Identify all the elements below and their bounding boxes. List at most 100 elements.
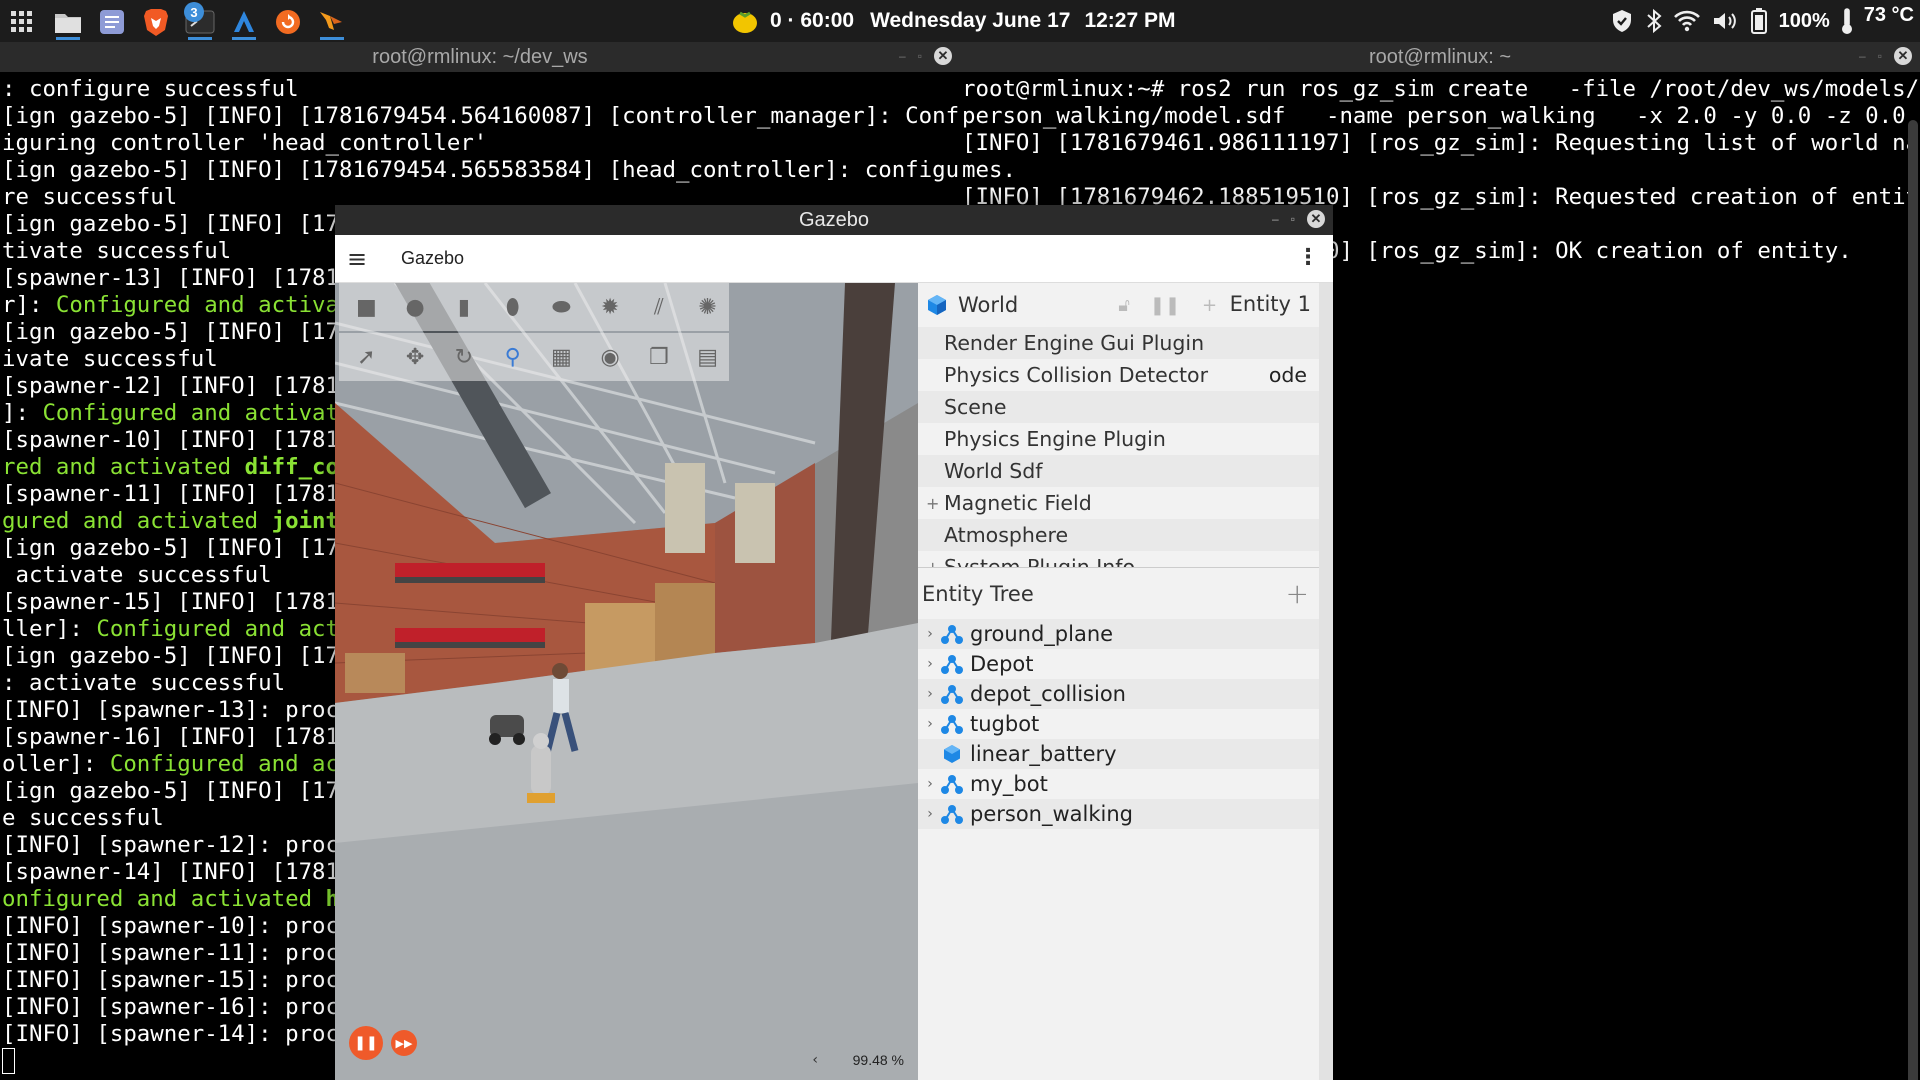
entity-tree-item[interactable]: › depot_collision [918,679,1333,709]
component-row[interactable]: Physics Engine Plugin [918,423,1333,455]
panel-scrollbar[interactable] [1319,283,1333,1080]
chevron-right-icon[interactable]: › [920,806,940,822]
chevron-right-icon[interactable]: › [920,776,940,792]
paste-icon[interactable]: ▤ [686,337,729,377]
gazebo-app-title: Gazebo [401,248,465,268]
pause-button[interactable]: ❚❚ [349,1026,383,1060]
scene-3d-viewport[interactable]: ■ ● ▮ ⬮ ⬬ ✹ ⫽ ✺ ➚ ✥ ↻ ⚲ ▦ ◉ ❐ ▤ ❚❚ ▶▶ ‹ … [335,283,918,1080]
cylinder-shape-icon[interactable]: ▮ [443,287,486,327]
terminal-text-segment: [ign gazebo-5] [INFO] [178 [2,778,353,804]
minimize-icon[interactable]: ‒ [1859,49,1866,63]
component-row[interactable]: + Magnetic Field [918,487,1333,519]
add-entity-icon[interactable]: + [1286,577,1309,610]
entity-tree-item[interactable]: › my_bot [918,769,1333,799]
entity-tree-item[interactable]: linear_battery [918,739,1333,769]
close-icon[interactable]: ✕ [934,47,952,65]
close-icon[interactable]: ✕ [1894,47,1912,65]
collapse-stats-icon[interactable]: ‹ [812,1052,818,1068]
entity-cube-icon [940,743,964,765]
entity-tree-item[interactable]: › ground_plane [918,619,1333,649]
terminal-line: iguring controller 'head_controller' [2,130,960,157]
system-tray[interactable]: 100% 73 °C [1609,0,1914,42]
world-cube-icon [928,295,946,315]
terminal-scrollbar[interactable] [1908,120,1918,1080]
hamburger-menu-icon[interactable]: ≡ [335,245,379,273]
terminal-titlebar[interactable]: root@rmlinux: ~/dev_ws ‒ ▫ ✕ [0,42,960,72]
grid-icon[interactable]: ▦ [540,337,583,377]
battery-icon[interactable] [1749,7,1769,35]
maximize-icon[interactable]: ▫ [1291,212,1295,226]
component-row[interactable]: Physics Collision Detector ode [918,359,1333,391]
chevron-right-icon[interactable]: › [920,656,940,672]
terminal-text-segment: [INFO] [spawner-14]: proce [2,1021,353,1047]
lock-icon[interactable]: 🔓︎ [1118,295,1130,316]
spot-light-icon[interactable]: ✺ [686,287,729,327]
expand-icon[interactable]: + [926,494,939,513]
add-icon[interactable]: + [1202,295,1217,316]
chevron-right-icon[interactable]: › [920,686,940,702]
bluetooth-icon[interactable] [1645,8,1663,34]
chevron-right-icon[interactable]: › [920,716,940,732]
brave-browser-icon[interactable] [138,4,174,40]
updater-icon[interactable] [270,4,306,40]
maximize-icon[interactable]: ▫ [1878,49,1882,63]
directional-light-icon[interactable]: ⫽ [638,287,681,327]
point-light-icon[interactable]: ✹ [589,287,632,327]
component-row[interactable]: Render Engine Gui Plugin [918,327,1333,359]
entity-tree-item[interactable]: › person_walking [918,799,1333,829]
component-value: ode [1268,363,1307,387]
copy-icon[interactable]: ❐ [638,337,681,377]
chevron-right-icon[interactable]: › [920,626,940,642]
step-forward-button[interactable]: ▶▶ [391,1030,417,1056]
minimize-icon[interactable]: ‒ [1272,212,1279,226]
pause-inspector-icon[interactable]: ❚❚ [1150,295,1180,316]
close-icon[interactable]: ✕ [1307,210,1325,228]
terminal-text-segment: [spawner-13] [INFO] [17816 [2,265,353,291]
maximize-icon[interactable]: ▫ [918,49,922,63]
capsule-shape-icon[interactable]: ⬮ [491,287,534,327]
sphere-shape-icon[interactable]: ● [394,287,437,327]
app-grid-icon[interactable] [4,4,40,40]
vscode-icon[interactable] [226,4,262,40]
model-icon [940,623,964,645]
gazebo-window[interactable]: Gazebo ‒ ▫ ✕ ≡ Gazebo ⋮ ■ ● ▮ ⬮ ⬬ ✹ ⫽ ✺ … [335,205,1333,1080]
terminal-titlebar[interactable]: root@rmlinux: ~ ‒ ▫ ✕ [960,42,1920,72]
component-row[interactable]: Scene [918,391,1333,423]
terminal-icon[interactable]: 3 [182,2,218,40]
gazebo-icon[interactable] [314,4,350,40]
wifi-icon[interactable] [1673,9,1701,33]
more-options-icon[interactable]: ⋮ [1297,245,1319,270]
screenshot-camera-icon[interactable]: ◉ [589,337,632,377]
terminal-line: [INFO] [1781679461.986111197] [ros_gz_si… [962,130,1920,156]
entity-tree-item[interactable]: › Depot [918,649,1333,679]
shield-icon[interactable] [1609,8,1635,34]
terminal-text-segment: r]: [2,292,56,318]
gazebo-titlebar[interactable]: Gazebo ‒ ▫ ✕ [335,205,1333,235]
expand-icon[interactable]: + [926,558,939,568]
clock-area[interactable]: 0 · 60:00 Wednesday June 17 12:27 PM [730,0,1175,42]
terminal-text-segment: e successful [2,805,164,831]
terminal-text-segment: [spawner-12] [INFO] [17816 [2,373,353,399]
component-list[interactable]: Render Engine Gui Plugin Physics Collisio… [918,327,1333,567]
text-editor-icon[interactable] [94,4,130,40]
entity-tree-item[interactable]: › tugbot [918,709,1333,739]
translate-icon[interactable]: ✥ [394,337,437,377]
terminal-text-segment: [spawner-16] [INFO] [17816 [2,724,353,750]
snap-icon[interactable]: ⚲ [491,337,534,377]
minimize-icon[interactable]: ‒ [899,49,906,63]
thermometer-icon[interactable] [1840,7,1854,35]
volume-icon[interactable] [1711,9,1739,33]
select-arrow-icon[interactable]: ➚ [345,337,388,377]
component-row[interactable]: + System Plugin Info [918,551,1333,567]
files-icon[interactable] [50,4,86,40]
terminal-text-segment: [spawner-15] [INFO] [17816 [2,589,353,615]
rotate-icon[interactable]: ↻ [443,337,486,377]
component-name: Physics Engine Plugin [944,427,1166,451]
ellipsoid-shape-icon[interactable]: ⬬ [540,287,583,327]
box-shape-icon[interactable]: ■ [345,287,388,327]
component-row[interactable]: Atmosphere [918,519,1333,551]
component-row[interactable]: World Sdf [918,455,1333,487]
terminal-text-segment: [spawner-14] [INFO] [17816 [2,859,353,885]
entity-tree[interactable]: › ground_plane › Depot › depot_collision › tugb… [918,619,1333,829]
terminal-text-segment: [INFO] [spawner-15]: proce [2,967,353,993]
